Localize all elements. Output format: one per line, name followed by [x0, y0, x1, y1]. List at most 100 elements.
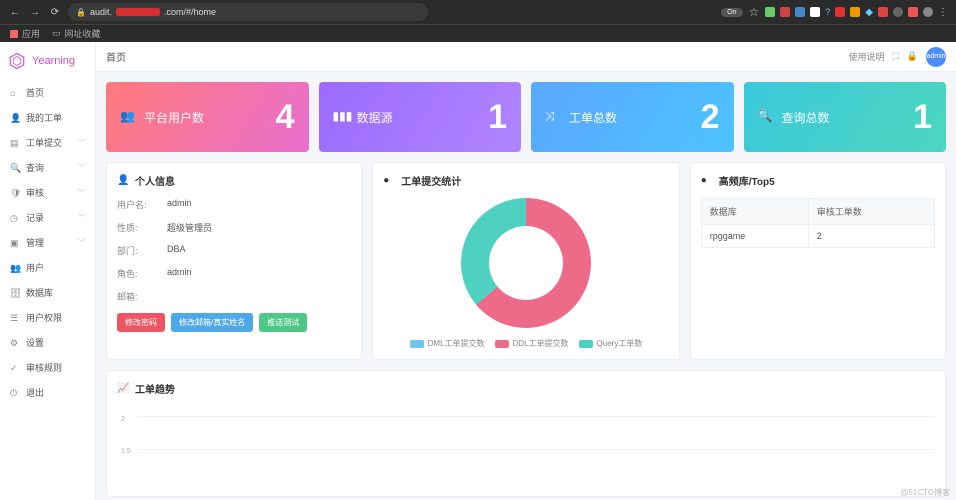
stat-datasource: ▮▮▮数据源 1 [319, 82, 522, 152]
gear-icon: ⚙ [10, 338, 20, 348]
url-prefix: audit. [90, 7, 112, 17]
y-tick: 2 [121, 416, 125, 423]
main: 首页 使用说明 ⛶ 🔒 admin 👥平台用户数 4 ▮▮▮数据源 1 [96, 42, 956, 500]
change-email-button[interactable]: 修改邮箱/真实姓名 [171, 313, 253, 332]
submit-stats-card: ●工单提交统计 DML工单提交数 DDL工单提交数 Query工单数 [372, 162, 680, 360]
fullscreen-icon[interactable]: ⛶ [892, 51, 898, 62]
database-icon: 🗄 [10, 288, 20, 298]
browser-chrome: ← → ⟳ 🔒 audit. .com/#/home On ☆ ? ◆ ⋮ [0, 0, 956, 24]
stat-users: 👥平台用户数 4 [106, 82, 309, 152]
stat-value: 4 [276, 98, 295, 137]
nav-list: ⌂首页 👤我的工单 ▤工单提交﹀ 🔍查询﹀ 🛡审核﹀ ◷记录﹀ ▣管理﹀ 👥用户… [0, 80, 95, 405]
ext-icon[interactable]: ? [825, 7, 830, 17]
table-header: 审核工单数 [808, 199, 934, 225]
breadcrumb: 首页 [106, 49, 126, 64]
chevron-down-icon: ﹀ [78, 163, 85, 173]
profile-row: 角色:admin [117, 267, 351, 280]
nav-permission[interactable]: ☰用户权限 [0, 305, 95, 330]
trend-card: 📈工单趋势 2 1.5 [106, 370, 946, 497]
y-tick: 1.5 [121, 448, 131, 455]
avatar[interactable]: admin [926, 47, 946, 67]
forward-icon[interactable]: → [28, 5, 42, 19]
ext-icon[interactable] [810, 7, 820, 17]
nav-manage[interactable]: ▣管理﹀ [0, 230, 95, 255]
ext-icon[interactable] [893, 7, 903, 17]
power-icon: ⏻ [10, 388, 20, 398]
shuffle-icon: ⤨ [545, 109, 561, 125]
check-icon: ✓ [10, 363, 20, 373]
avatar-icon[interactable] [923, 7, 933, 17]
list-icon: ☰ [10, 313, 20, 323]
url-suffix: .com/#/home [164, 7, 216, 17]
logo[interactable]: Yearning [0, 42, 95, 80]
ext-icon[interactable] [780, 7, 790, 17]
change-password-button[interactable]: 修改密码 [117, 313, 165, 332]
ext-icon[interactable] [878, 7, 888, 17]
folder-icon: ▭ [52, 28, 61, 39]
nav-rules[interactable]: ✓审核规则 [0, 355, 95, 380]
profile-row: 部门:DBA [117, 244, 351, 257]
nav-database[interactable]: 🗄数据库 [0, 280, 95, 305]
reload-icon[interactable]: ⟳ [48, 5, 62, 19]
logo-icon [8, 52, 26, 70]
sidebar: Yearning ⌂首页 👤我的工单 ▤工单提交﹀ 🔍查询﹀ 🛡审核﹀ ◷记录﹀… [0, 42, 96, 500]
ext-icon[interactable] [795, 7, 805, 17]
nav-record[interactable]: ◷记录﹀ [0, 205, 95, 230]
ext-icon[interactable] [765, 7, 775, 17]
extension-icons: ? ◆ ⋮ [765, 7, 948, 18]
nav-review[interactable]: 🛡审核﹀ [0, 180, 95, 205]
home-icon: ⌂ [10, 88, 20, 98]
table-row: rpggame 2 [701, 225, 934, 248]
stat-orders: ⤨工单总数 2 [531, 82, 734, 152]
stat-value: 2 [701, 98, 720, 137]
users-icon: 👥 [10, 263, 20, 273]
apps-bookmark[interactable]: 应用 [10, 27, 40, 40]
logo-text: Yearning [32, 55, 75, 67]
guide-link[interactable]: 使用说明 [848, 50, 884, 63]
search-icon: 🔍 [758, 109, 774, 125]
lock-icon[interactable]: 🔒 [907, 51, 918, 62]
stat-cards: 👥平台用户数 4 ▮▮▮数据源 1 ⤨工单总数 2 🔍查询总数 1 [106, 82, 946, 152]
bars-icon: ▮▮▮ [333, 109, 349, 125]
profile-row: 邮箱: [117, 290, 351, 303]
ext-icon[interactable] [908, 7, 918, 17]
chart-legend: DML工单提交数 DDL工单提交数 Query工单数 [410, 338, 643, 349]
nav-my-orders[interactable]: 👤我的工单 [0, 105, 95, 130]
lock-icon: 🔒 [76, 8, 86, 17]
search-icon: 🔍 [10, 163, 20, 173]
apps-icon [10, 30, 18, 38]
chevron-down-icon: ﹀ [78, 188, 85, 198]
stat-queries: 🔍查询总数 1 [744, 82, 947, 152]
bookmark-bar: 应用 ▭网址收藏 [0, 24, 956, 42]
stat-value: 1 [913, 98, 932, 137]
chevron-down-icon: ﹀ [78, 238, 85, 248]
ext-icon[interactable]: ◆ [865, 7, 873, 18]
back-icon[interactable]: ← [8, 5, 22, 19]
user-icon: 👤 [117, 175, 129, 187]
nav-query[interactable]: 🔍查询﹀ [0, 155, 95, 180]
star-icon[interactable]: ☆ [749, 5, 760, 19]
nav-home[interactable]: ⌂首页 [0, 80, 95, 105]
shield-icon: 🛡 [10, 188, 20, 198]
nav-settings[interactable]: ⚙设置 [0, 330, 95, 355]
top5-card: ●高频库/Top5 数据库 审核工单数 rpggame 2 [690, 162, 946, 360]
users-icon: 👥 [120, 109, 136, 125]
push-test-button[interactable]: 推送测试 [259, 313, 307, 332]
ext-icon[interactable] [835, 7, 845, 17]
topbar: 首页 使用说明 ⛶ 🔒 admin [96, 42, 956, 72]
nav-submit[interactable]: ▤工单提交﹀ [0, 130, 95, 155]
ext-icon[interactable] [850, 7, 860, 17]
nav-users[interactable]: 👥用户 [0, 255, 95, 280]
profile-row: 用户名:admin [117, 198, 351, 211]
profile-row: 性质:超级管理员 [117, 221, 351, 234]
trend-chart: 2 1.5 [117, 406, 935, 486]
on-badge: On [721, 8, 742, 17]
top5-table: 数据库 审核工单数 rpggame 2 [701, 198, 935, 248]
dot-icon: ● [383, 175, 395, 187]
url-bar[interactable]: 🔒 audit. .com/#/home [68, 3, 428, 21]
stat-value: 1 [488, 98, 507, 137]
fav-bookmark[interactable]: ▭网址收藏 [52, 27, 101, 40]
layers-icon: ▣ [10, 238, 20, 248]
menu-icon[interactable]: ⋮ [938, 7, 948, 18]
nav-logout[interactable]: ⏻退出 [0, 380, 95, 405]
